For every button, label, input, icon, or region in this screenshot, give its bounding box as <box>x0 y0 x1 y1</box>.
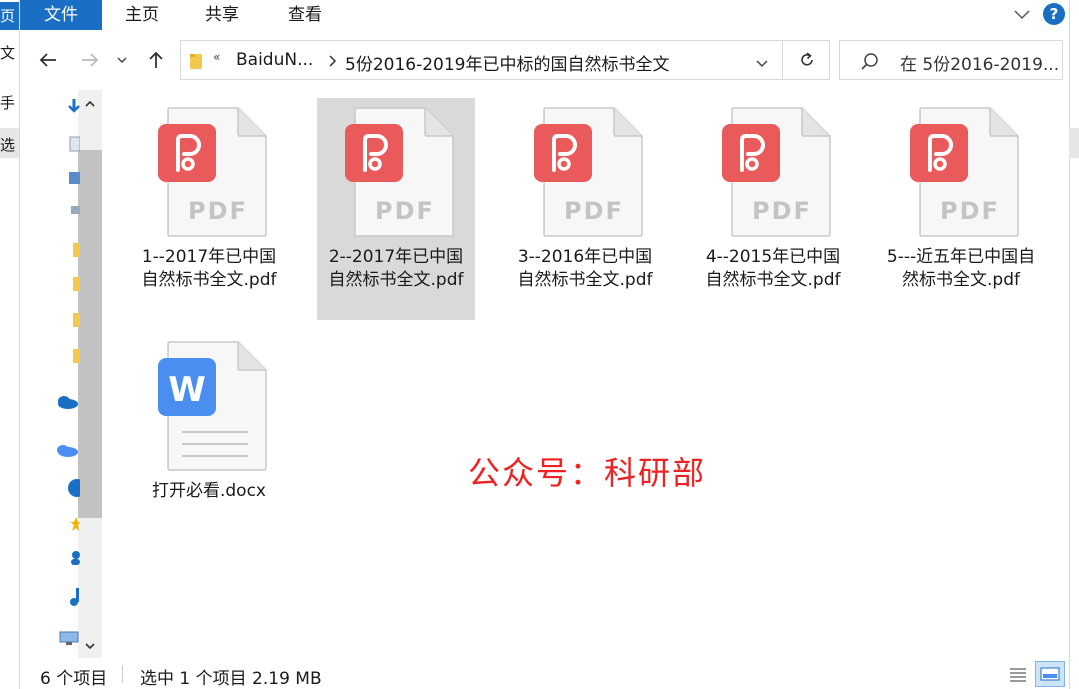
folder-icon[interactable] <box>66 312 80 328</box>
file-item[interactable]: PDF 5---近五年已中国自然标书全文.pdf <box>882 98 1040 320</box>
folder-icon[interactable] <box>66 348 80 364</box>
status-divider <box>122 665 123 683</box>
file-item[interactable]: PDF 1--2017年已中国自然标书全文.pdf <box>130 98 288 320</box>
file-item[interactable]: W 打开必看.docx <box>130 332 288 554</box>
tab-file[interactable]: 文件 <box>20 0 102 30</box>
pdf-label: PDF <box>752 197 812 225</box>
file-name: 5---近五年已中国自然标书全文.pdf <box>886 247 1036 290</box>
file-name: 打开必看.docx <box>151 481 266 501</box>
search-icon <box>860 52 880 76</box>
file-list: PDF 1--2017年已中国自然标书全文.pdf PDF 2--2017年已中国自然… <box>104 90 1059 658</box>
details-view-icon[interactable] <box>1007 664 1029 686</box>
forward-button[interactable] <box>78 48 102 72</box>
pdf-file-icon: PDF <box>339 106 455 238</box>
refresh-button[interactable] <box>782 40 830 80</box>
status-bar: 6 个项目 选中 1 个项目 2.19 MB <box>20 658 1069 689</box>
chevron-down-icon <box>85 643 95 650</box>
back-button[interactable] <box>36 48 60 72</box>
onedrive-icon[interactable] <box>52 394 80 410</box>
pictures-icon[interactable] <box>66 170 80 186</box>
pdf-file-icon: PDF <box>716 106 832 238</box>
breadcrumb-overflow[interactable]: « <box>213 50 220 64</box>
tab-view[interactable]: 查看 <box>262 0 348 30</box>
nav-scroll-up-button[interactable] <box>78 92 102 116</box>
pdf-label: PDF <box>564 197 624 225</box>
file-item[interactable]: PDF 4--2015年已中国自然标书全文.pdf <box>694 98 852 320</box>
watermark-text: 公众号：科研部 <box>468 454 707 492</box>
pdf-label: PDF <box>188 197 248 225</box>
star-icon[interactable] <box>66 516 80 532</box>
background-window-right <box>1069 0 1079 689</box>
ribbon: 文件 主页 共享 查看 ? <box>20 0 1069 30</box>
background-text-3: 选 <box>0 136 16 154</box>
navigation-pane <box>20 90 104 658</box>
breadcrumb-baidunetdisk[interactable]: BaiduN... <box>236 50 313 70</box>
word-file-icon: W <box>152 340 268 472</box>
pdf-label: PDF <box>940 197 1000 225</box>
refresh-icon <box>800 52 813 66</box>
folder-icon <box>189 52 203 70</box>
arrow-up-icon <box>149 51 163 68</box>
cloud-icon[interactable] <box>52 442 80 458</box>
arrow-right-icon <box>82 53 99 67</box>
file-name: 2--2017年已中国自然标书全文.pdf <box>328 247 464 290</box>
folder-icon[interactable] <box>66 276 80 292</box>
recent-locations-button[interactable] <box>114 48 130 72</box>
breadcrumb-current-folder[interactable]: 5份2016-2019年已中标的国自然标书全文 <box>345 50 669 75</box>
large-icons-view-icon[interactable] <box>1035 661 1065 687</box>
background-text-2: 手 <box>0 94 16 112</box>
ribbon-collapse-icon[interactable] <box>1013 6 1030 22</box>
pdf-file-icon: PDF <box>904 106 1020 238</box>
navigation-bar: « BaiduN... 5份2016-2019年已中标的国自然标书全文 在 5份… <box>20 30 1069 90</box>
folder-icon[interactable] <box>66 242 80 258</box>
arrow-left-icon <box>39 53 56 67</box>
file-item[interactable]: PDF 2--2017年已中国自然标书全文.pdf <box>317 98 475 320</box>
nav-scrollbar-thumb[interactable] <box>78 150 102 518</box>
address-dropdown-icon[interactable] <box>755 54 769 73</box>
file-name: 1--2017年已中国自然标书全文.pdf <box>141 247 277 290</box>
chevron-up-icon <box>85 100 95 107</box>
this-pc-icon[interactable] <box>56 630 80 646</box>
address-bar[interactable]: « BaiduN... 5份2016-2019年已中标的国自然标书全文 <box>180 40 830 80</box>
pdf-label: PDF <box>375 197 435 225</box>
file-item[interactable]: PDF 3--2016年已中国自然标书全文.pdf <box>506 98 664 320</box>
pdf-file-icon: PDF <box>152 106 268 238</box>
chevron-down-icon <box>117 57 127 64</box>
file-name: 3--2016年已中国自然标书全文.pdf <box>517 247 653 290</box>
file-name: 4--2015年已中国自然标书全文.pdf <box>705 247 841 290</box>
music-icon[interactable] <box>66 586 80 608</box>
people-icon[interactable] <box>66 550 80 566</box>
word-label: W <box>168 370 206 410</box>
tab-share[interactable]: 共享 <box>182 0 262 30</box>
selection-info: 选中 1 个项目 2.19 MB <box>140 669 322 689</box>
nav-scroll-down-button[interactable] <box>78 634 102 658</box>
up-button[interactable] <box>144 48 168 72</box>
search-input[interactable]: 在 5份2016-2019... <box>900 50 1060 75</box>
content-scrollbar[interactable] <box>1059 90 1069 658</box>
background-text-1: 文 <box>0 44 16 62</box>
downloads-icon[interactable] <box>66 98 80 114</box>
breadcrumb-chevron-icon[interactable] <box>327 53 337 72</box>
background-window: 页 文 手 选 <box>0 0 20 689</box>
help-icon[interactable]: ? <box>1043 3 1065 25</box>
circle-app-icon[interactable] <box>64 478 86 498</box>
pdf-file-icon: PDF <box>528 106 644 238</box>
search-box[interactable]: 在 5份2016-2019... <box>839 40 1063 80</box>
tab-home[interactable]: 主页 <box>102 0 182 30</box>
documents-icon[interactable] <box>66 136 81 152</box>
videos-icon[interactable] <box>66 202 80 218</box>
item-count: 6 个项目 <box>40 669 108 689</box>
background-tab: 页 <box>0 2 19 30</box>
